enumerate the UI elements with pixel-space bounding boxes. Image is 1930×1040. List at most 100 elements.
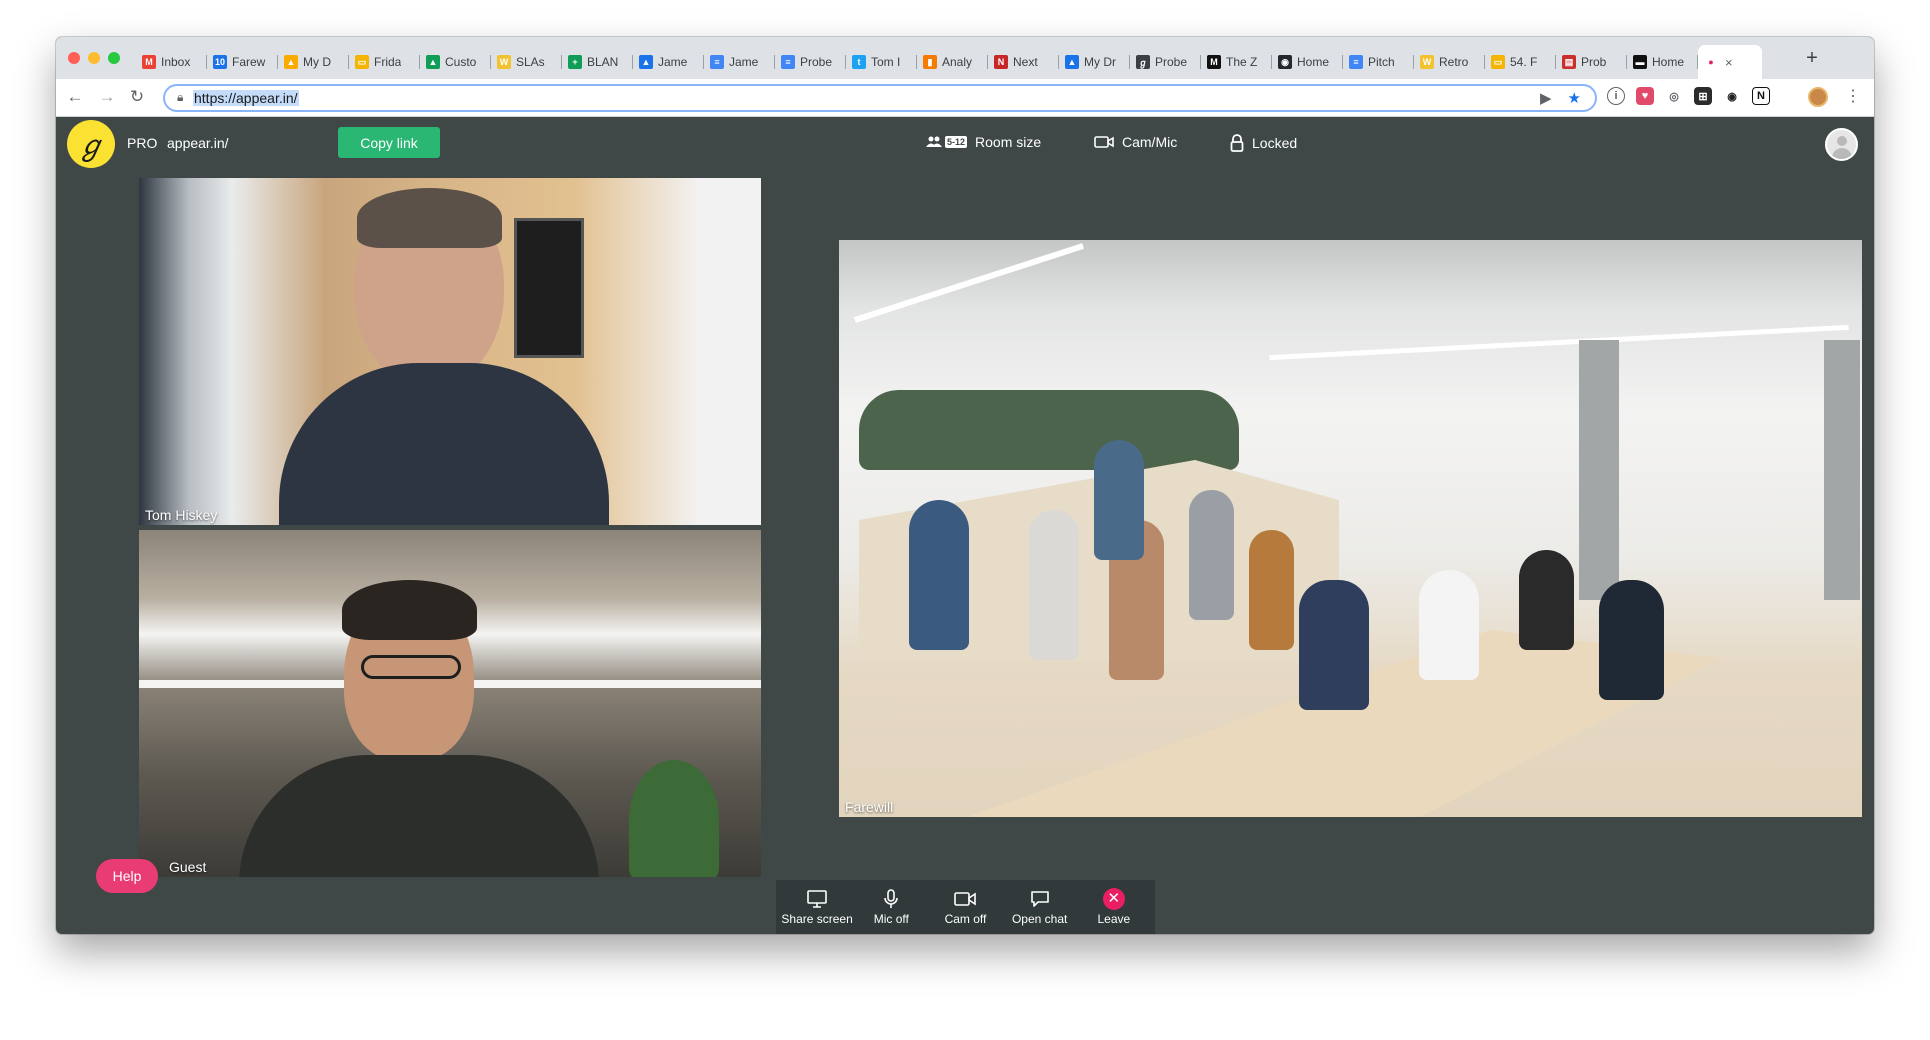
browser-tab[interactable]: ℊ Probe bbox=[1130, 45, 1201, 79]
browser-tab[interactable]: ◉ Home bbox=[1272, 45, 1343, 79]
tab-title: The Z bbox=[1226, 55, 1258, 69]
chat-icon bbox=[1030, 889, 1050, 909]
tab-title: Retro bbox=[1439, 55, 1469, 69]
dark-extension-icon[interactable]: ⊞ bbox=[1694, 87, 1712, 105]
browser-tab[interactable]: ▤ Prob bbox=[1556, 45, 1627, 79]
drive-icon: ▲ bbox=[1065, 55, 1079, 69]
leave-label: Leave bbox=[1097, 911, 1131, 926]
ceiling-light bbox=[853, 243, 1085, 323]
browser-tab[interactable]: ▲ My Dr bbox=[1059, 45, 1130, 79]
sweater bbox=[239, 755, 599, 877]
browser-tab[interactable]: ▭ 54. F bbox=[1485, 45, 1556, 79]
forward-icon[interactable]: → bbox=[96, 87, 118, 107]
help-button[interactable]: Help bbox=[96, 859, 158, 893]
tab-title: BLAN bbox=[587, 55, 619, 69]
participant-name-farewill: Farewill bbox=[845, 799, 894, 815]
cam-mic-button[interactable]: Cam/Mic bbox=[1094, 134, 1177, 150]
tab-title: My Dr bbox=[1084, 55, 1116, 69]
twitter-icon: t bbox=[852, 55, 866, 69]
room-size-label: Room size bbox=[975, 134, 1042, 150]
open-chat-button[interactable]: Open chat bbox=[1004, 889, 1076, 926]
appear-recording-icon: ● bbox=[1704, 55, 1718, 69]
back-icon[interactable]: ← bbox=[64, 87, 86, 107]
reload-icon[interactable]: ↻ bbox=[126, 87, 148, 107]
new-tab-button[interactable]: + bbox=[1800, 47, 1824, 70]
camera-indicator-icon[interactable]: ▶︎ bbox=[1540, 89, 1552, 107]
browser-tab[interactable]: ▲ My D bbox=[278, 45, 349, 79]
tab-title: Home bbox=[1297, 55, 1330, 69]
ceiling-light bbox=[1269, 324, 1849, 361]
close-tab-icon[interactable]: × bbox=[1725, 55, 1733, 70]
tab-title: 54. F bbox=[1510, 55, 1538, 69]
medium-icon: M bbox=[1207, 55, 1221, 69]
bookmark-star-icon[interactable]: ★ bbox=[1568, 89, 1581, 107]
browser-tab[interactable]: ▲ Jame bbox=[633, 45, 704, 79]
browser-tab[interactable]: t Tom I bbox=[846, 45, 917, 79]
locked-button[interactable]: Locked bbox=[1230, 134, 1297, 152]
browser-tab[interactable]: 10 Farew bbox=[207, 45, 278, 79]
participant-name-tom: Tom Hiskey bbox=[145, 507, 218, 523]
tabs: M Inbox 10 Farew ▲ My D ▭ Frida ▲ Custo W SLAs + BLAN… bbox=[136, 45, 1762, 79]
locked-label: Locked bbox=[1252, 135, 1298, 151]
tab-title: Tom I bbox=[871, 55, 901, 69]
trello-icon: N bbox=[994, 55, 1008, 69]
user-avatar[interactable] bbox=[1825, 128, 1858, 161]
share-screen-button[interactable]: Share screen bbox=[781, 889, 853, 926]
url-text[interactable]: https://appear.in/ bbox=[193, 90, 299, 106]
tab-title: Inbox bbox=[161, 55, 191, 69]
browser-toolbar: ← → ↻ 🔒︎ https://appear.in/ ▶︎ ★ i ♥ ◎ ⊞… bbox=[56, 79, 1874, 117]
chat-extension-icon[interactable]: ◉ bbox=[1723, 87, 1741, 105]
notion-extension-icon[interactable]: N bbox=[1752, 87, 1770, 105]
copy-link-button[interactable]: Copy link bbox=[338, 127, 440, 158]
browser-tab[interactable]: ▮ Analy bbox=[917, 45, 988, 79]
browser-tab[interactable]: ≡ Jame bbox=[704, 45, 775, 79]
browser-tab-active[interactable]: ● × bbox=[1698, 45, 1762, 79]
drive-icon: ▲ bbox=[639, 55, 653, 69]
mic-off-label: Mic off bbox=[873, 911, 909, 926]
docs-icon: ≡ bbox=[1349, 55, 1363, 69]
browser-tab[interactable]: ▲ Custo bbox=[420, 45, 491, 79]
call-controls: Share screen Mic off Cam off Open chat ✕… bbox=[776, 880, 1155, 934]
browser-profile-avatar[interactable] bbox=[1808, 87, 1828, 107]
browser-tab[interactable]: ▭ Frida bbox=[349, 45, 420, 79]
calendar-icon: 10 bbox=[213, 55, 227, 69]
appear-logo[interactable]: ℊ bbox=[67, 120, 115, 168]
browser-tab[interactable]: W SLAs bbox=[491, 45, 562, 79]
address-bar[interactable]: 🔒︎ https://appear.in/ ▶︎ ★ bbox=[163, 84, 1597, 112]
video-tile-tom-hiskey[interactable]: Tom Hiskey bbox=[139, 178, 761, 525]
cam-off-button[interactable]: Cam off bbox=[929, 889, 1001, 926]
info-extension-icon[interactable]: i bbox=[1607, 87, 1625, 105]
video-tile-guest[interactable]: Guest bbox=[139, 530, 761, 877]
browser-tab[interactable]: + BLAN bbox=[562, 45, 633, 79]
browser-menu-icon[interactable]: ⋮ bbox=[1845, 86, 1861, 106]
tab-strip: M Inbox 10 Farew ▲ My D ▭ Frida ▲ Custo W SLAs + BLAN… bbox=[56, 37, 1874, 79]
video-tile-farewill[interactable]: Farewill bbox=[839, 240, 1862, 817]
browser-tab[interactable]: ≡ Pitch bbox=[1343, 45, 1414, 79]
browser-tab[interactable]: W Retro bbox=[1414, 45, 1485, 79]
browser-tab[interactable]: M Inbox bbox=[136, 45, 207, 79]
window-controls bbox=[68, 52, 120, 64]
minimize-window-button[interactable] bbox=[88, 52, 100, 64]
screenshot-extension-icon[interactable]: ◎ bbox=[1665, 87, 1683, 105]
tab-title: Jame bbox=[729, 55, 759, 69]
browser-tab[interactable]: ≡ Probe bbox=[775, 45, 846, 79]
cam-off-label: Cam off bbox=[944, 911, 987, 926]
browser-tab[interactable]: M The Z bbox=[1201, 45, 1272, 79]
room-size-button[interactable]: 5-12 Room size bbox=[926, 134, 1041, 150]
pocket-extension-icon[interactable]: ♥ bbox=[1636, 87, 1654, 105]
browser-tab[interactable]: ▬ Home bbox=[1627, 45, 1698, 79]
analytics-icon: ▮ bbox=[923, 55, 937, 69]
mic-off-button[interactable]: Mic off bbox=[855, 888, 927, 926]
hair bbox=[342, 580, 477, 640]
share-screen-label: Share screen bbox=[781, 911, 853, 926]
close-window-button[interactable] bbox=[68, 52, 80, 64]
tab-title: Pitch bbox=[1368, 55, 1395, 69]
sheets-icon: + bbox=[568, 55, 582, 69]
extensions: i ♥ ◎ ⊞ ◉ N bbox=[1607, 87, 1770, 105]
browser-tab[interactable]: N Next bbox=[988, 45, 1059, 79]
glasses bbox=[361, 655, 461, 679]
hoodie bbox=[279, 363, 609, 525]
leave-button[interactable]: ✕ Leave bbox=[1078, 887, 1150, 926]
maximize-window-button[interactable] bbox=[108, 52, 120, 64]
room-size-badge: 5-12 bbox=[945, 136, 968, 148]
